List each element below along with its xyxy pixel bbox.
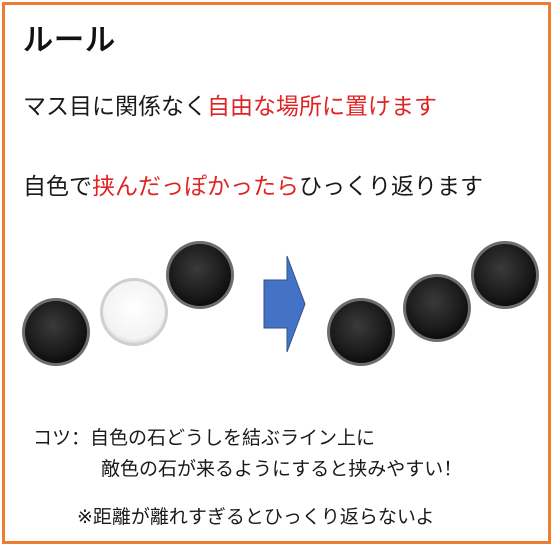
rules-card: ルール マス目に関係なく自由な場所に置けます 自色で挟んだっぽかったらひっくり返…: [2, 2, 551, 544]
tips-block: コツ：自色の石どうしを結ぶライン上に 敵色の石が来るようにすると挟みやすい！: [33, 423, 462, 485]
flip-illustration: [22, 241, 539, 366]
rule-free-placement-highlight: 自由な場所に置けます: [207, 94, 437, 120]
stone-after-3-black: [471, 241, 539, 309]
tip-line-1: コツ：自色の石どうしを結ぶライン上に: [33, 427, 376, 449]
stone-after-2-black: [403, 274, 471, 342]
rules-title: ルール: [23, 23, 116, 58]
distance-note: ※距離が離れすぎるとひっくり返らないよ: [77, 506, 435, 528]
rule-flip: 自色で挟んだっぽかったらひっくり返ります: [23, 167, 483, 201]
stone-before-3-black: [166, 241, 234, 309]
stone-before-1-black: [22, 298, 90, 366]
rule-flip-suffix: ひっくり返ります: [299, 174, 483, 200]
rule-flip-highlight: 挟んだっぽかったら: [92, 174, 299, 200]
stone-before-2-white: [100, 278, 168, 346]
tip-line-2: 敵色の石が来るようにすると挟みやすい！: [101, 458, 463, 480]
rule-flip-prefix: 自色で: [23, 174, 92, 200]
rule-free-placement-text: マス目に関係なく: [23, 94, 207, 120]
rule-free-placement: マス目に関係なく自由な場所に置けます: [23, 87, 437, 121]
stone-after-1-black: [327, 298, 395, 366]
right-arrow-icon: [263, 255, 306, 353]
